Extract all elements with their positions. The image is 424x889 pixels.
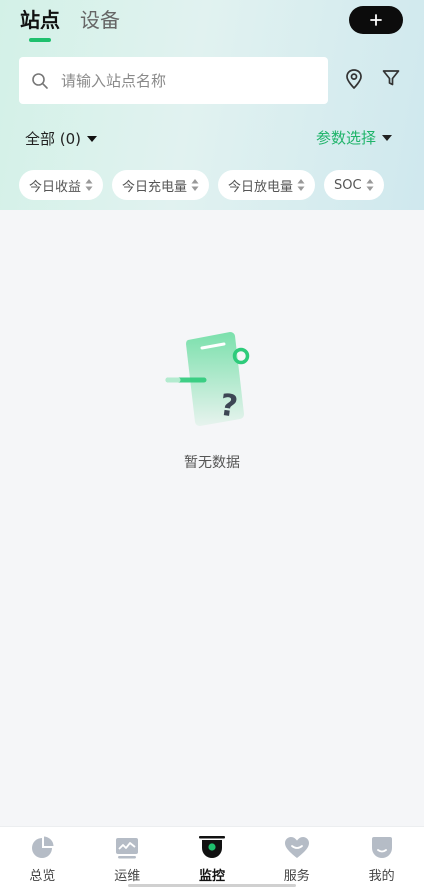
tabbar-item-service[interactable]: 服务	[254, 827, 339, 889]
sort-chip-today-income[interactable]: 今日收益	[19, 170, 104, 200]
monitor-chart-icon	[116, 838, 139, 859]
pie-chart-icon	[32, 836, 54, 858]
active-tab-indicator	[29, 38, 51, 42]
chip-label: 今日充电量	[122, 179, 188, 195]
tabbar-label: 服务	[283, 869, 310, 884]
param-select-label: 参数选择	[315, 129, 376, 147]
tabbar-label: 我的	[368, 869, 395, 884]
home-indicator	[128, 884, 296, 887]
location-icon[interactable]	[343, 68, 365, 90]
tabbar-item-operations[interactable]: 运维	[85, 827, 170, 889]
tabbar-item-monitor[interactable]: 监控	[170, 827, 255, 889]
search-icon	[32, 72, 48, 89]
chip-label: SOC	[334, 177, 362, 193]
bottom-tab-bar: 总览 运维 监控 服务 我的	[0, 826, 424, 889]
chip-label: 今日放电量	[228, 179, 294, 195]
sort-arrows-icon	[366, 179, 374, 191]
all-filter-label: 全部 (0)	[25, 130, 82, 148]
tabbar-item-overview[interactable]: 总览	[0, 827, 85, 889]
sort-arrows-icon	[297, 179, 305, 191]
sort-chip-soc[interactable]: SOC	[324, 170, 384, 200]
filter-icon[interactable]	[381, 68, 401, 88]
caret-down-icon	[87, 135, 98, 142]
tab-device-label: 设备	[80, 8, 120, 32]
empty-state-text: 暂无数据	[184, 455, 240, 471]
tab-station-label: 站点	[20, 8, 60, 32]
tab-device[interactable]: 设备	[80, 6, 120, 34]
tab-station[interactable]: 站点	[20, 6, 60, 42]
sort-chips: 今日收益 今日充电量 今日放电量 SOC	[19, 170, 384, 200]
add-button[interactable]	[349, 6, 403, 34]
heart-icon	[284, 837, 309, 858]
tabbar-item-mine[interactable]: 我的	[339, 827, 424, 889]
all-filter-dropdown[interactable]: 全部 (0)	[25, 128, 98, 149]
sort-chip-today-discharge[interactable]: 今日放电量	[218, 170, 316, 200]
caret-down-icon	[382, 134, 392, 141]
param-select-dropdown[interactable]: 参数选择	[316, 127, 392, 148]
search-bar	[19, 57, 328, 104]
user-face-icon	[371, 837, 392, 858]
chip-label: 今日收益	[29, 179, 82, 195]
camera-icon	[198, 836, 225, 858]
plus-icon	[370, 14, 382, 26]
tabbar-label: 监控	[198, 869, 225, 884]
sort-chip-today-charge[interactable]: 今日充电量	[112, 170, 210, 200]
sort-arrows-icon	[191, 179, 199, 191]
top-tabs: 站点 设备	[20, 6, 120, 42]
search-input[interactable]	[61, 71, 301, 90]
empty-state: ? 暂无数据	[0, 328, 424, 472]
tabbar-label: 运维	[114, 869, 141, 884]
tabbar-label: 总览	[29, 869, 56, 884]
sort-arrows-icon	[85, 179, 93, 191]
empty-data-illustration: ?	[165, 332, 250, 426]
